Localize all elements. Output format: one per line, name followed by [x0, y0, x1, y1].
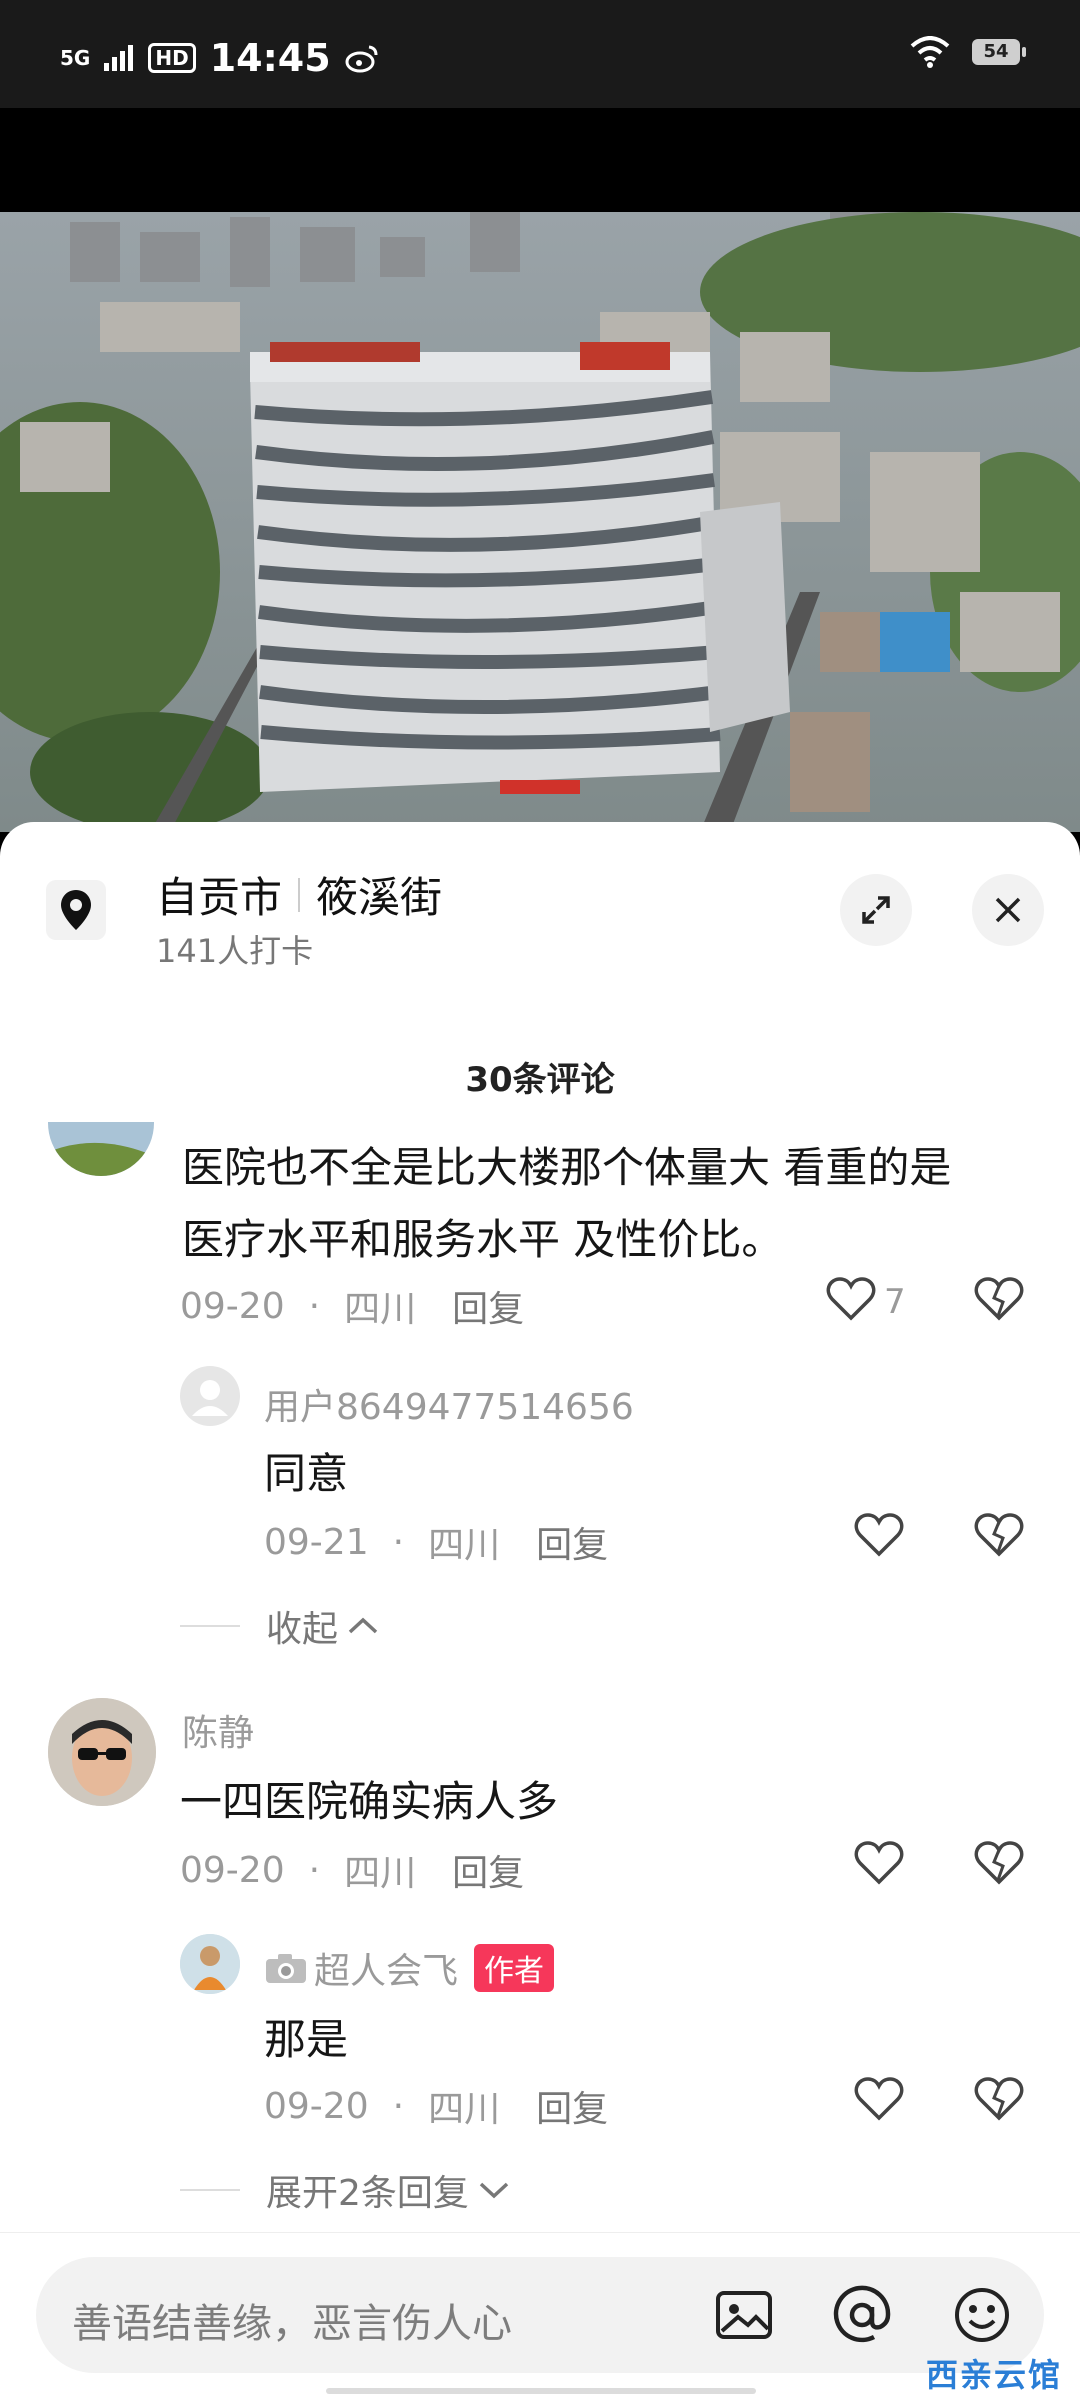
wifi-icon — [910, 36, 950, 68]
expand-label: 展开2条回复 — [266, 2173, 469, 2214]
meta-dot: · — [392, 2085, 405, 2127]
camera-icon — [266, 1954, 306, 1983]
expand-button[interactable] — [840, 874, 912, 946]
reply-button[interactable]: 回复 — [452, 1280, 524, 1332]
title-divider — [298, 877, 301, 912]
watermark-logo: 西亲云馆 — [925, 2356, 1062, 2394]
clock: 14:45 — [209, 36, 331, 80]
battery-indicator: 54 — [972, 39, 1026, 65]
chevron-up-icon — [348, 1617, 378, 1634]
home-indicator[interactable] — [326, 2388, 756, 2394]
comments-sheet: 自贡市 筱溪街 141人打卡 30条评论 医院也不全是比大楼那个体量大 看重的是… — [0, 822, 1080, 2400]
location-street: 筱溪街 — [316, 873, 443, 922]
reply-button[interactable]: 回复 — [536, 1516, 608, 1568]
comment-username[interactable]: 陈静 — [182, 1704, 254, 1756]
reply-username-label: 超人会飞 — [314, 1951, 459, 1992]
video-top-band — [0, 108, 1080, 212]
aerial-hospital-photo[interactable] — [0, 212, 1080, 832]
comment-line: 医疗水平和服务水平 及性价比。 — [182, 1215, 784, 1264]
dislike-icon[interactable] — [974, 2076, 1024, 2122]
author-badge: 作者 — [474, 1944, 555, 1992]
meta-dot: · — [308, 1285, 321, 1327]
reply-button[interactable]: 回复 — [536, 2080, 608, 2132]
comment-meta: 09-20 · 四川 回复 — [180, 1844, 524, 1896]
emoji-icon[interactable] — [952, 2285, 1012, 2345]
dislike-icon[interactable] — [974, 1512, 1024, 1558]
signal-indicator: 5G — [60, 46, 91, 70]
like-icon[interactable] — [854, 1512, 904, 1558]
status-bar: 5G HD 14:45 54 — [0, 0, 1080, 108]
meta-dot: · — [308, 1849, 321, 1891]
comment-region: 四川 — [344, 1853, 417, 1894]
close-button[interactable] — [972, 874, 1044, 946]
checkin-count: 141人打卡 — [156, 932, 314, 970]
location-title[interactable]: 自贡市 筱溪街 — [156, 864, 442, 925]
reply-date: 09-20 — [264, 2085, 369, 2127]
meta-dot: · — [392, 1521, 405, 1563]
reply-date: 09-21 — [264, 1521, 369, 1563]
comment-region: 四川 — [344, 1289, 417, 1330]
comments-count: 30条评论 — [465, 1060, 615, 1100]
comment-input[interactable]: 善语结善缘，恶言伤人心 — [36, 2257, 1044, 2373]
comment-input-placeholder: 善语结善缘，恶言伤人心 — [72, 2301, 512, 2347]
author-avatar[interactable] — [180, 1934, 240, 1994]
default-avatar[interactable] — [180, 1366, 240, 1426]
reply-region: 四川 — [428, 2089, 501, 2130]
reply-meta: 09-21 · 四川 回复 — [264, 1516, 608, 1568]
dislike-icon[interactable] — [974, 1840, 1024, 1886]
comment-input-bar: 善语结善缘，恶言伤人心 — [0, 2232, 1080, 2401]
comment-text: 一四医院确实病人多 — [180, 1777, 559, 1826]
image-icon[interactable] — [714, 2285, 774, 2345]
location-city: 自贡市 — [156, 873, 283, 922]
close-icon — [995, 897, 1021, 923]
mention-icon[interactable] — [832, 2285, 892, 2345]
dislike-icon[interactable] — [974, 1276, 1024, 1322]
collapse-label: 收起 — [266, 1609, 339, 1650]
reply-button[interactable]: 回复 — [452, 1844, 524, 1896]
comment-date: 09-20 — [180, 1285, 285, 1327]
comment-date: 09-20 — [180, 1849, 285, 1891]
reply-username[interactable]: 超人会飞 作者 — [264, 1942, 555, 1994]
comment-meta: 09-20 · 四川 回复 — [180, 1280, 524, 1332]
divider-dash — [180, 1625, 240, 1627]
reply-text: 同意 — [264, 1449, 349, 1498]
reply-meta: 09-20 · 四川 回复 — [264, 2080, 608, 2132]
avatar[interactable] — [48, 1698, 156, 1806]
like-count: 7 — [884, 1282, 906, 1322]
like-icon[interactable] — [854, 1840, 904, 1886]
chevron-down-icon — [479, 2182, 509, 2199]
signal-bars-icon — [104, 45, 134, 71]
hd-badge: HD — [148, 43, 196, 73]
like-icon[interactable] — [826, 1276, 876, 1322]
collapse-replies-button[interactable]: 收起 — [180, 1600, 380, 1652]
avatar[interactable] — [48, 1122, 154, 1176]
divider-dash — [180, 2189, 240, 2191]
weibo-icon — [345, 45, 378, 73]
reply-text: 那是 — [264, 2015, 349, 2064]
reply-region: 四川 — [428, 1525, 501, 1566]
location-pin-icon — [46, 880, 106, 940]
like-icon[interactable] — [854, 2076, 904, 2122]
expand-icon — [862, 896, 890, 924]
comment-text: 医院也不全是比大楼那个体量大 看重的是 医疗水平和服务水平 及性价比。 — [182, 1132, 951, 1276]
expand-replies-button[interactable]: 展开2条回复 — [180, 2164, 511, 2216]
reply-username[interactable]: 用户8649477514656 — [264, 1378, 634, 1430]
comment-line: 医院也不全是比大楼那个体量大 看重的是 — [182, 1143, 952, 1192]
